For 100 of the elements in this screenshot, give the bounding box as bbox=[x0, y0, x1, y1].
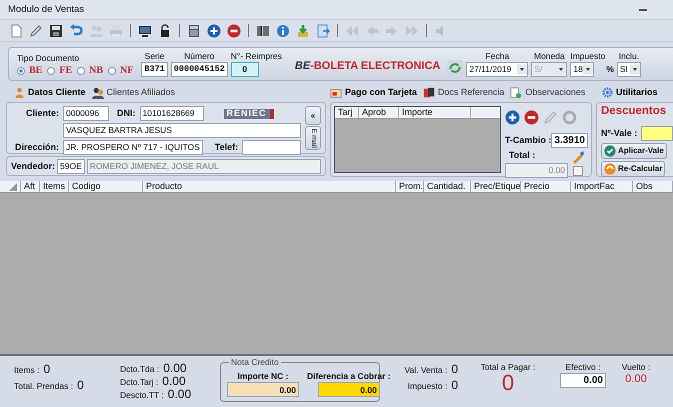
column-header: Tarj bbox=[335, 107, 359, 118]
input-field[interactable]: JR. PROSPERO Nº 717 - IQUITOS bbox=[63, 140, 203, 155]
field-value: 0.00 bbox=[168, 388, 192, 400]
pencil-icon[interactable] bbox=[29, 24, 43, 38]
document-icon[interactable] bbox=[9, 24, 23, 38]
field-label: Número bbox=[183, 50, 216, 61]
caret-icon bbox=[630, 63, 640, 76]
column-header: Producto bbox=[143, 181, 396, 192]
remove-icon[interactable] bbox=[524, 110, 539, 125]
remove-icon[interactable] bbox=[227, 24, 241, 38]
input-field[interactable]: 0.00 bbox=[318, 382, 380, 398]
input-field[interactable] bbox=[641, 126, 673, 141]
info-icon[interactable] bbox=[276, 24, 290, 38]
tab[interactable]: Observaciones bbox=[510, 86, 586, 98]
field-label: Impuesto : bbox=[408, 381, 448, 392]
radio-button[interactable] bbox=[77, 67, 86, 75]
change-amount: 0.00 bbox=[625, 373, 647, 386]
input-field[interactable]: 0 bbox=[230, 62, 259, 77]
tab[interactable]: Pago con Tarjeta bbox=[330, 86, 417, 98]
column-header: Items bbox=[40, 181, 69, 192]
field-label: Val. Venta : bbox=[404, 365, 448, 376]
field-value: 0 bbox=[77, 378, 84, 393]
field-value: 0.00 bbox=[163, 362, 187, 374]
download-icon[interactable] bbox=[296, 24, 310, 38]
action-button[interactable]: Aplicar-Vale bbox=[601, 142, 667, 159]
group-title: Nota Credito bbox=[229, 357, 281, 368]
calculator-icon[interactable] bbox=[187, 24, 201, 38]
lock-icon[interactable] bbox=[158, 24, 172, 38]
field-label: Telef: bbox=[214, 142, 238, 153]
input-field[interactable]: 59OE bbox=[57, 158, 85, 174]
field-value: 0 bbox=[44, 362, 50, 376]
field-label: Serie bbox=[144, 50, 166, 61]
column-header: Codigo bbox=[69, 181, 143, 192]
dropdown[interactable]: 18 bbox=[570, 62, 594, 77]
field-label: Diferencia a Cobrar : bbox=[307, 371, 391, 382]
field-label: Efectivo : bbox=[566, 362, 600, 372]
action-button[interactable]: Re-Calcular bbox=[601, 160, 666, 177]
column-header: Cantidad. bbox=[424, 181, 471, 192]
save-icon[interactable] bbox=[49, 24, 63, 38]
field-label: Descto.TT : bbox=[120, 391, 164, 400]
input-field[interactable]: 0000096 bbox=[63, 106, 109, 121]
notes-icon bbox=[510, 86, 522, 98]
add-icon[interactable] bbox=[504, 110, 520, 125]
tab[interactable]: Clientes Afiliados bbox=[92, 86, 176, 98]
field-label: Moneda bbox=[533, 50, 566, 61]
document-title: -BOLETA ELECTRONICA bbox=[310, 60, 440, 73]
input-field[interactable] bbox=[242, 140, 301, 155]
input-field[interactable]: B371 bbox=[141, 62, 168, 77]
minimize-icon[interactable] bbox=[639, 8, 647, 10]
field-label: Importe NC : bbox=[238, 371, 288, 382]
documents-icon bbox=[422, 86, 435, 98]
field-label: Dcto.Tarj : bbox=[120, 378, 158, 386]
undo-icon[interactable] bbox=[69, 24, 83, 38]
select-all-icon[interactable] bbox=[9, 182, 17, 190]
monitor-icon[interactable] bbox=[138, 24, 152, 38]
field-value: 0 bbox=[451, 362, 458, 376]
radio-button[interactable] bbox=[108, 67, 116, 75]
field-label: N°- Reimpres bbox=[230, 50, 282, 61]
field-label: Fecha bbox=[484, 50, 510, 61]
input-field[interactable]: 0.00 bbox=[227, 382, 299, 398]
field-label: DNI: bbox=[117, 108, 136, 119]
input-field[interactable]: 10101628669 bbox=[140, 106, 204, 121]
tab[interactable]: Utilitarios bbox=[602, 86, 658, 98]
column-header: Prec/Etique bbox=[471, 181, 521, 192]
circle-icon[interactable] bbox=[562, 110, 577, 125]
brush-icon[interactable] bbox=[571, 150, 585, 164]
window-title: Modulo de Ventas bbox=[8, 4, 84, 16]
tab[interactable]: Datos Cliente bbox=[14, 86, 86, 98]
field-label: Nº-Vale : bbox=[601, 128, 638, 139]
caret-icon bbox=[583, 63, 594, 76]
column-header: Importe bbox=[399, 107, 471, 118]
radio-label: BE bbox=[29, 65, 42, 77]
input-field[interactable]: 0.00 bbox=[560, 373, 606, 388]
refresh-icon[interactable] bbox=[447, 60, 464, 76]
field-label: Total : bbox=[508, 150, 536, 161]
export-icon[interactable] bbox=[316, 24, 330, 38]
check-icon bbox=[604, 144, 616, 157]
input-field[interactable]: 0000045152 bbox=[170, 62, 228, 77]
add-icon[interactable] bbox=[207, 24, 221, 38]
collapse-button[interactable]: « bbox=[305, 106, 321, 125]
total-amount: 0 bbox=[502, 372, 514, 394]
field-label: Vendedor: bbox=[11, 160, 56, 172]
input-field[interactable]: VASQUEZ BARTRA JESUS bbox=[63, 123, 301, 138]
field-label: Impuesto bbox=[570, 50, 606, 61]
gear-icon bbox=[602, 87, 613, 98]
radio-button[interactable] bbox=[47, 67, 56, 75]
input-field[interactable]: 3.3910 bbox=[551, 133, 588, 148]
field-label: Vuelto : bbox=[622, 362, 650, 372]
reniec-logo: RENIEC bbox=[224, 109, 274, 119]
dropdown[interactable]: 27/11/2019 bbox=[466, 62, 528, 77]
field-value: 0.00 bbox=[162, 375, 186, 387]
dropdown[interactable]: SI bbox=[616, 62, 641, 77]
barcode-icon[interactable] bbox=[256, 24, 270, 38]
caret-icon bbox=[517, 63, 528, 76]
field-label: Inclu. bbox=[618, 50, 640, 61]
radio-label: FE bbox=[59, 65, 72, 77]
radio-button[interactable] bbox=[17, 67, 25, 75]
card-icon bbox=[330, 86, 342, 98]
field-label: Tipo Documento bbox=[17, 52, 80, 63]
tab[interactable]: Docs Referencia bbox=[422, 86, 504, 98]
